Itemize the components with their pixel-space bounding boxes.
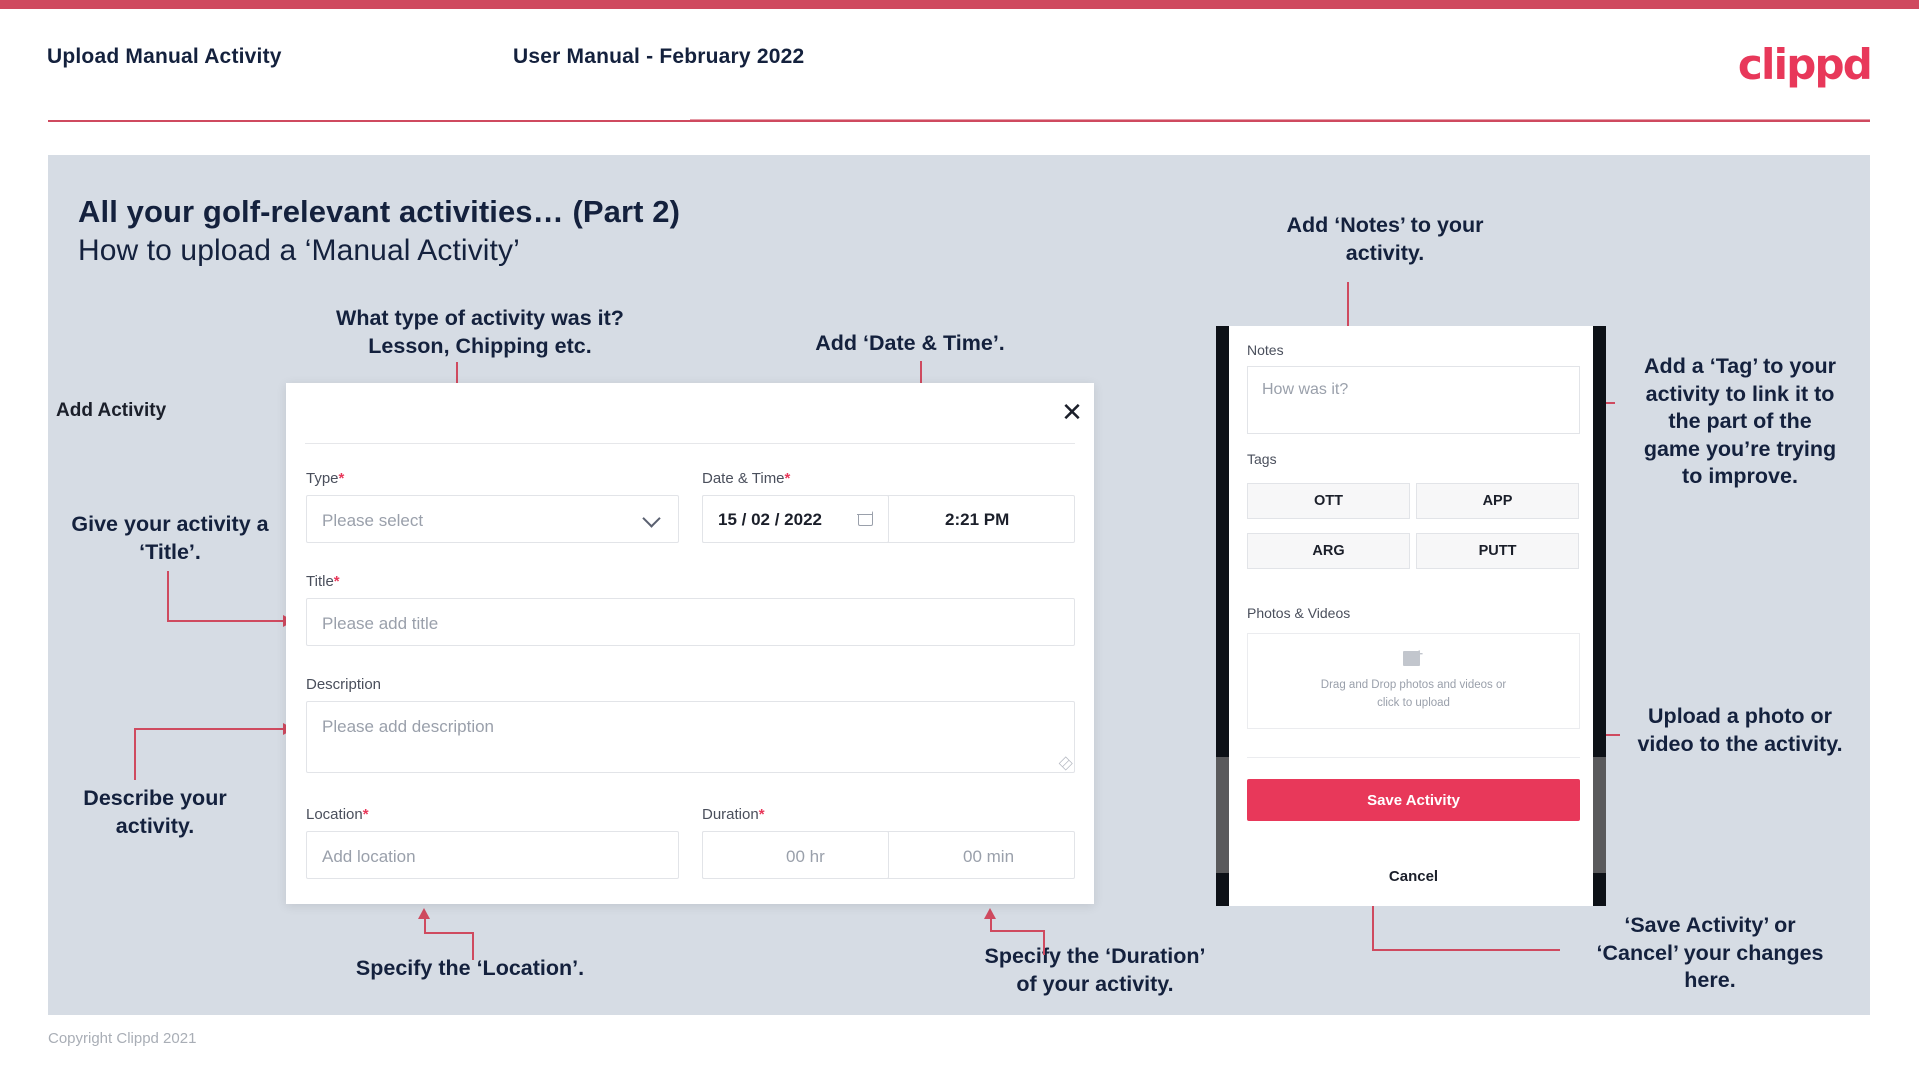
photos-videos-label: Photos & Videos [1247, 605, 1351, 621]
connector-location-arrow [418, 908, 430, 919]
clippd-logo: clippd [1737, 40, 1873, 89]
duration-label-text: Duration [702, 806, 759, 823]
save-activity-button[interactable]: Save Activity [1247, 779, 1580, 821]
connector-duration-h [990, 930, 1043, 932]
title-label-text: Title [306, 573, 334, 590]
connector-title-h [167, 620, 285, 622]
tag-button-app[interactable]: APP [1416, 483, 1579, 519]
connector-duration-v1 [1043, 930, 1045, 955]
calendar-icon[interactable] [857, 510, 873, 526]
slide-heading-primary: All your golf-relevant activities… (Part… [78, 194, 681, 229]
location-label-text: Location [306, 806, 363, 823]
duration-label: Duration* [702, 806, 765, 823]
datetime-required-marker: * [784, 470, 791, 487]
description-label: Description [306, 676, 381, 693]
location-required-marker: * [362, 806, 369, 823]
annotation-save-cancel: ‘Save Activity’ or ‘Cancel’ your changes… [1596, 913, 1824, 993]
location-placeholder: Add location [322, 847, 416, 866]
description-placeholder: Please add description [322, 717, 495, 736]
datetime-label: Date & Time* [702, 470, 790, 487]
annotation-title: Give your activity a ‘Title’. [71, 512, 269, 564]
annotation-tag: Add a ‘Tag’ to your activity to link it … [1643, 354, 1837, 489]
dialog-title: Add Activity [56, 400, 167, 421]
duration-minutes-placeholder[interactable]: 00 min [963, 847, 1014, 867]
connector-duration-arrow [984, 908, 996, 919]
tags-label: Tags [1247, 451, 1277, 467]
footer-copyright: Copyright Clippd 2021 [48, 1030, 197, 1047]
image-upload-icon: + [1402, 646, 1425, 668]
notes-placeholder: How was it? [1262, 381, 1349, 398]
phone-action-divider [1247, 757, 1580, 758]
page-subtitle: User Manual - February 2022 [513, 45, 805, 68]
photo-dropzone[interactable]: + Drag and Drop photos and videos or cli… [1247, 633, 1580, 729]
top-accent-bar [0, 0, 1919, 9]
annotation-duration: Specify the ‘Duration’ of your activity. [984, 944, 1206, 996]
tag-button-ott[interactable]: OTT [1247, 483, 1410, 519]
annotation-upload: Upload a photo or video to the activity. [1637, 704, 1843, 756]
annotation-date-time: Add ‘Date & Time’. [815, 331, 1005, 355]
annotation-notes: Add ‘Notes’ to your activity. [1286, 213, 1484, 265]
description-label-text: Description [306, 676, 382, 693]
phone-side-button-left [1216, 757, 1229, 873]
notes-textarea[interactable] [1247, 366, 1580, 434]
dropzone-text: Drag and Drop photos and videos or click… [1321, 677, 1506, 713]
connector-title-v [167, 571, 169, 622]
annotation-location: Specify the ‘Location’. [355, 956, 585, 980]
slide-heading-secondary: How to upload a ‘Manual Activity’ [78, 234, 520, 267]
connector-duration-v2 [990, 918, 992, 930]
header-divider-soft [690, 119, 1870, 121]
notes-label: Notes [1247, 342, 1284, 358]
connector-location-v2 [424, 918, 426, 932]
connector-describe-v [134, 728, 136, 780]
cancel-button[interactable]: Cancel [1247, 868, 1580, 885]
tag-button-putt[interactable]: PUTT [1416, 533, 1579, 569]
title-required-marker: * [333, 573, 340, 590]
connector-location-v1 [472, 932, 474, 960]
dropzone-line-2: click to upload [1377, 697, 1450, 709]
page-title: Upload Manual Activity [47, 45, 282, 68]
duration-hours-placeholder: 00 hr [786, 847, 825, 866]
dropzone-line-1: Drag and Drop photos and videos or [1320, 679, 1507, 692]
date-value: 15 / 02 / 2022 [718, 510, 822, 529]
dialog-divider [305, 443, 1075, 444]
type-label-text: Type [306, 470, 339, 487]
tag-button-arg[interactable]: ARG [1247, 533, 1410, 569]
connector-describe-h [134, 728, 286, 730]
close-icon[interactable]: ✕ [1057, 398, 1087, 428]
type-label: Type* [306, 470, 344, 487]
connector-save-h [1372, 949, 1560, 951]
description-textarea[interactable] [306, 701, 1075, 773]
type-required-marker: * [338, 470, 345, 487]
connector-location-h [424, 932, 472, 934]
slide-root: Upload Manual Activity User Manual - Feb… [0, 0, 1919, 1079]
image-icon-plus: + [1415, 646, 1424, 662]
type-placeholder: Please select [322, 511, 424, 530]
title-placeholder: Please add title [322, 614, 439, 633]
phone-side-button-right [1593, 757, 1606, 873]
title-label: Title* [306, 573, 340, 590]
annotation-type: What type of activity was it? Lesson, Ch… [336, 306, 624, 358]
time-value[interactable]: 2:21 PM [945, 510, 1009, 530]
duration-required-marker: * [758, 806, 765, 823]
annotation-describe: Describe your activity. [83, 786, 227, 838]
location-label: Location* [306, 806, 369, 823]
datetime-label-text: Date & Time [702, 470, 785, 487]
